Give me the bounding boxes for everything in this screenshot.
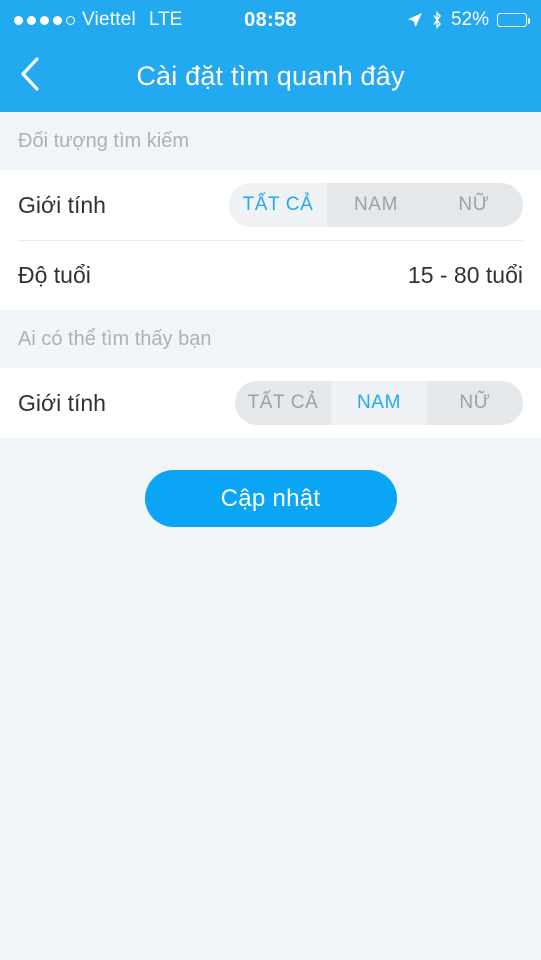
location-arrow-icon (407, 12, 423, 28)
status-bar: Viettel LTE 08:58 52% (0, 0, 541, 40)
update-button[interactable]: Cập nhật (144, 470, 397, 527)
update-button-container: Cập nhật (0, 438, 541, 527)
segment-male[interactable]: NAM (327, 183, 425, 227)
row-label: Giới tính (18, 191, 106, 218)
section-visibility: Giới tính TẤT CẢ NAM NỮ (0, 368, 541, 438)
navigation-bar: Cài đặt tìm quanh đây (0, 40, 541, 112)
section-search-target: Giới tính TẤT CẢ NAM NỮ Độ tuổi 15 - 80 … (0, 170, 541, 310)
battery-percent-label: 52% (450, 9, 489, 30)
battery-icon (497, 13, 530, 27)
network-type-label: LTE (148, 9, 183, 30)
chevron-left-icon (19, 56, 41, 97)
section-header-visibility: Ai có thể tìm thấy bạn (0, 310, 541, 368)
segment-all[interactable]: TẤT CẢ (235, 381, 331, 425)
segment-female[interactable]: NỮ (425, 183, 523, 227)
row-gender-visibility: Giới tính TẤT CẢ NAM NỮ (0, 368, 541, 438)
back-button[interactable] (0, 40, 60, 112)
gender-segmented-control-search[interactable]: TẤT CẢ NAM NỮ (229, 183, 523, 227)
age-range-value: 15 - 80 tuổi (407, 261, 523, 288)
row-label: Độ tuổi (18, 261, 91, 288)
section-header-search-target: Đối tượng tìm kiếm (0, 112, 541, 170)
signal-strength-icon (14, 15, 75, 25)
page-title: Cài đặt tìm quanh đây (136, 60, 405, 91)
row-gender-search: Giới tính TẤT CẢ NAM NỮ (0, 170, 541, 240)
status-bar-left: Viettel LTE (14, 9, 182, 31)
page-filler (0, 527, 541, 960)
status-bar-right: 52% (407, 9, 530, 31)
screen: Viettel LTE 08:58 52% Cài đặt tìm quanh … (0, 0, 541, 960)
segment-female[interactable]: NỮ (427, 381, 523, 425)
segment-male[interactable]: NAM (331, 381, 427, 425)
segment-all[interactable]: TẤT CẢ (229, 183, 327, 227)
carrier-label: Viettel (82, 9, 136, 30)
bluetooth-icon (431, 11, 443, 29)
row-age-range[interactable]: Độ tuổi 15 - 80 tuổi (0, 240, 541, 310)
row-label: Giới tính (18, 389, 106, 416)
gender-segmented-control-visibility[interactable]: TẤT CẢ NAM NỮ (235, 381, 523, 425)
